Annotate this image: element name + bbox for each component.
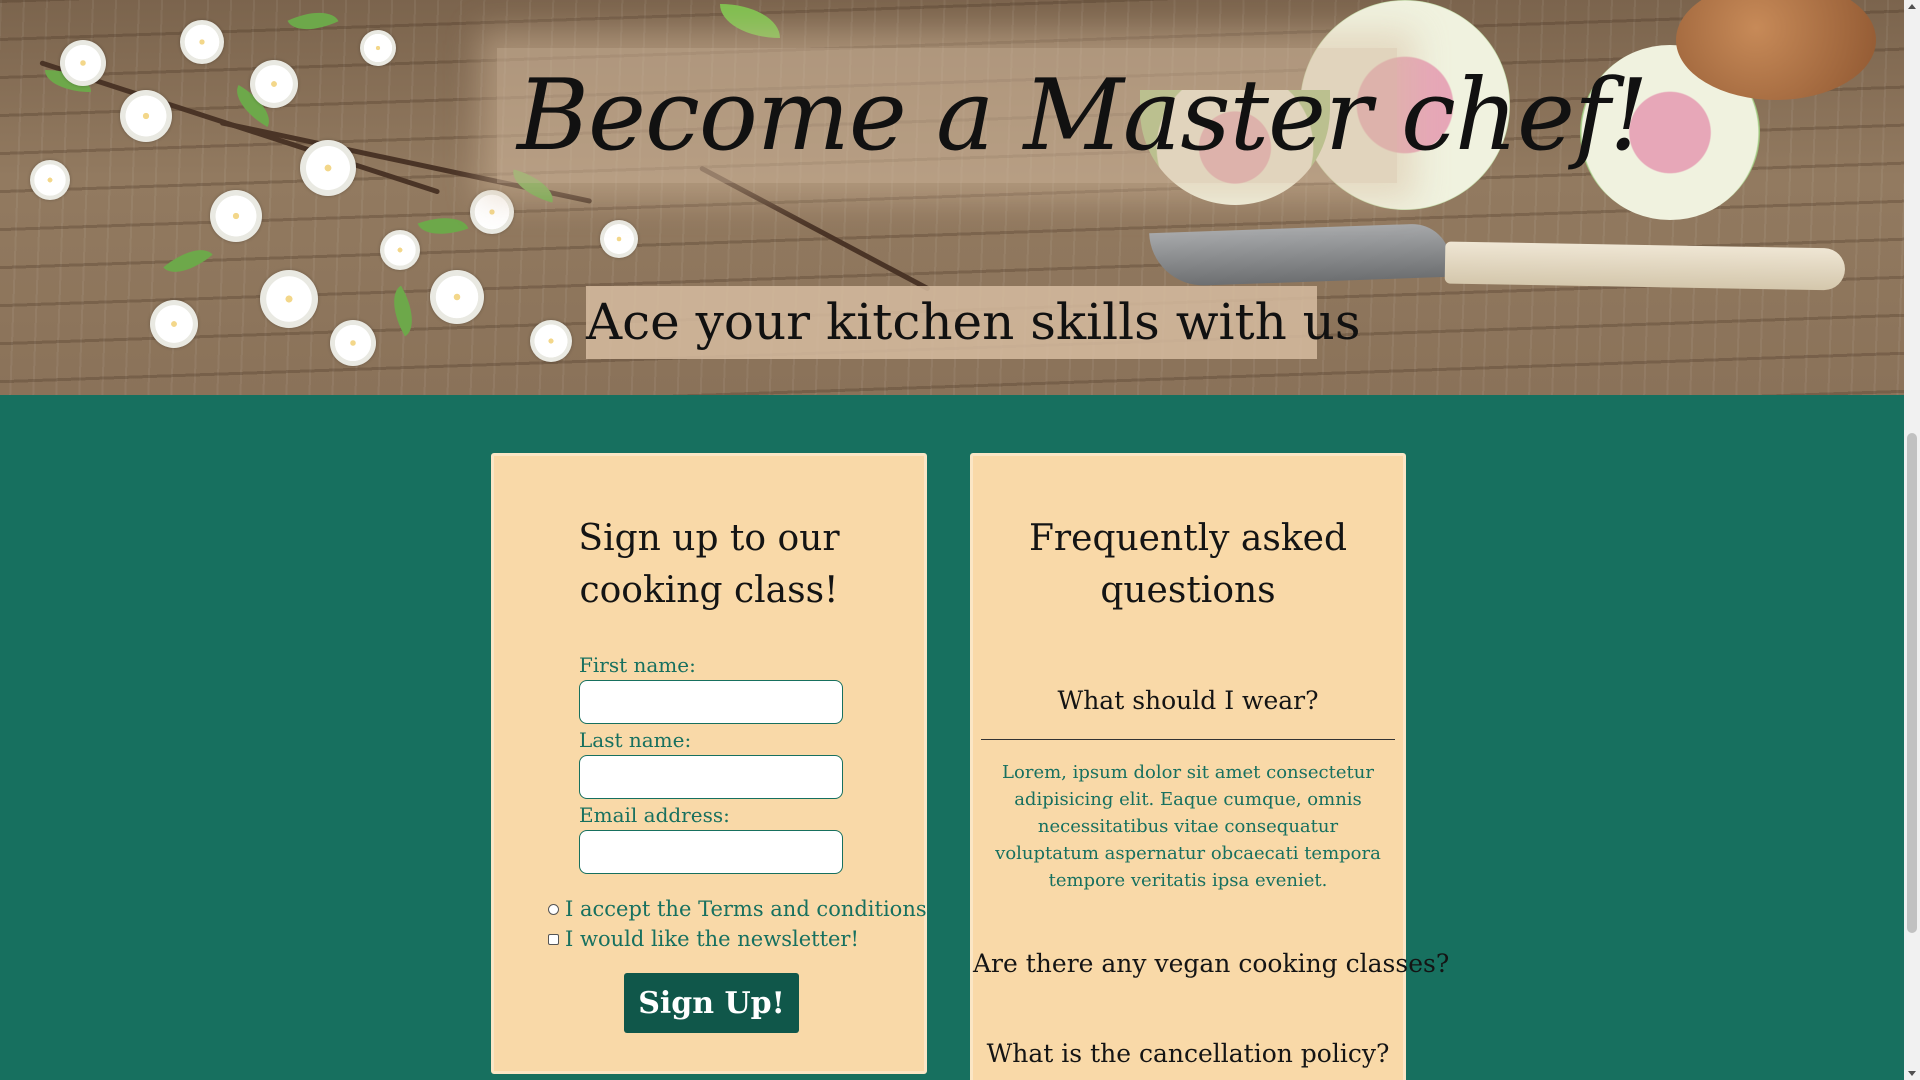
- terms-row: I accept the Terms and conditions: [548, 895, 927, 923]
- faq-question-wear[interactable]: What should I wear?: [973, 684, 1403, 718]
- signup-title: Sign up to our cooking class!: [578, 518, 840, 611]
- hero-subtitle: Ace your kitchen skills with us: [586, 293, 1361, 351]
- email-input[interactable]: [579, 830, 843, 874]
- faq-title: Frequently asked questions: [1028, 518, 1348, 611]
- signup-card: Sign up to our cooking class! First name…: [491, 453, 927, 1074]
- faq-answer-wear: Lorem, ipsum dolor sit amet consectetur …: [995, 762, 1381, 891]
- terms-label[interactable]: I accept the Terms and conditions: [565, 895, 927, 923]
- newsletter-row: I would like the newsletter!: [548, 925, 859, 953]
- chevron-down-icon[interactable]: [1908, 1071, 1916, 1076]
- faq-card: Frequently asked questions What should I…: [970, 453, 1449, 1080]
- page: Become a Master chef! Ace your kitchen s…: [0, 0, 1904, 1080]
- newsletter-label[interactable]: I would like the newsletter!: [565, 925, 859, 953]
- faq-divider: [981, 739, 1395, 740]
- faq-question-vegan[interactable]: Are there any vegan cooking classes?: [973, 947, 1449, 981]
- email-label: Email address:: [579, 803, 730, 827]
- last-name-input[interactable]: [579, 755, 843, 799]
- faq-question-cancellation[interactable]: What is the cancellation policy?: [973, 1037, 1403, 1071]
- first-name-label: First name:: [579, 653, 696, 677]
- newsletter-checkbox[interactable]: [548, 933, 559, 945]
- page-scrollbar[interactable]: [1904, 0, 1920, 1080]
- last-name-label: Last name:: [579, 728, 692, 752]
- hero-banner: Become a Master chef! Ace your kitchen s…: [0, 0, 1904, 395]
- terms-radio[interactable]: [548, 903, 559, 915]
- hero-title: Become a Master chef!: [517, 59, 1649, 173]
- signup-button[interactable]: Sign Up!: [624, 973, 799, 1033]
- first-name-input[interactable]: [579, 680, 843, 724]
- chevron-up-icon[interactable]: [1908, 4, 1916, 9]
- scrollbar-thumb[interactable]: [1907, 433, 1917, 933]
